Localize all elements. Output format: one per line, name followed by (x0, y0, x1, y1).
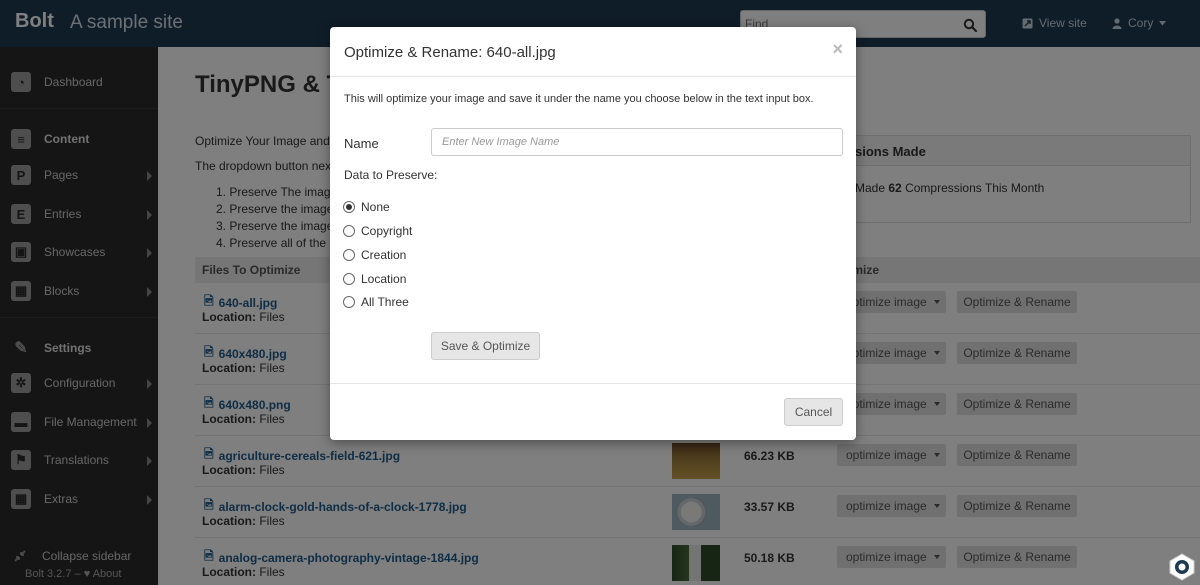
optimize-rename-dialog: Optimize & Rename: 640-all.jpg × This wi… (330, 27, 856, 440)
cancel-button[interactable]: Cancel (784, 398, 843, 426)
radio-button[interactable] (343, 201, 355, 213)
radio-button[interactable] (343, 225, 355, 237)
radio-label: Location (361, 272, 407, 286)
save-optimize-button[interactable]: Save & Optimize (431, 332, 540, 360)
radio-button[interactable] (343, 273, 355, 285)
radio-button[interactable] (343, 249, 355, 261)
help-widget-icon[interactable] (1168, 553, 1196, 581)
radio-label: All Three (361, 295, 409, 309)
modal-divider (330, 76, 856, 77)
radio-option-copyright[interactable]: Copyright (343, 223, 412, 239)
radio-label: Copyright (361, 224, 413, 238)
image-name-input[interactable] (431, 128, 843, 156)
radio-option-none[interactable]: None (343, 199, 390, 215)
radio-option-all-three[interactable]: All Three (343, 294, 409, 310)
radio-button[interactable] (343, 296, 355, 308)
modal-description: This will optimize your image and save i… (344, 93, 814, 105)
radio-label: None (361, 200, 390, 214)
radio-option-location[interactable]: Location (343, 271, 406, 287)
preserve-label: Data to Preserve: (344, 168, 438, 182)
modal-divider (330, 383, 856, 384)
radio-label: Creation (361, 248, 407, 262)
modal-title: Optimize & Rename: 640-all.jpg (344, 44, 556, 61)
close-icon[interactable]: × (832, 39, 843, 60)
radio-option-creation[interactable]: Creation (343, 247, 406, 263)
name-label: Name (344, 136, 379, 151)
